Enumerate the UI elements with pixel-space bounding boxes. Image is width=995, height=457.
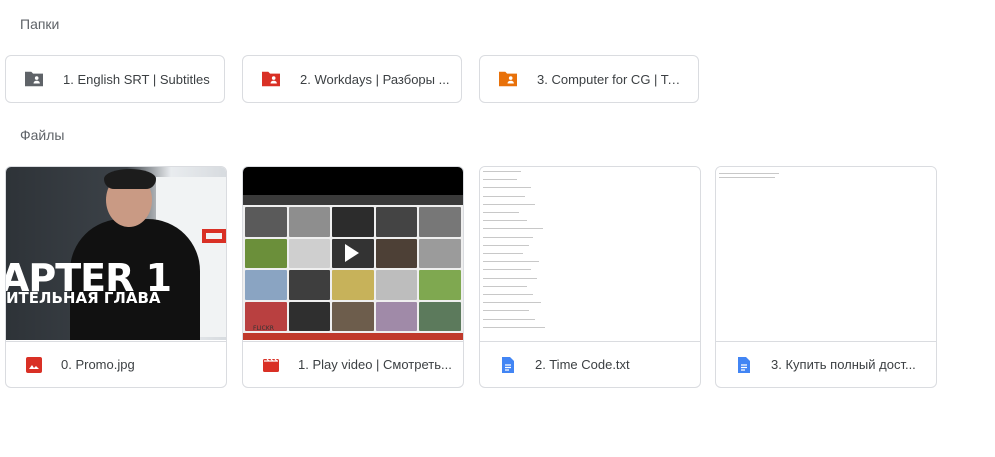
file-thumbnail (716, 167, 936, 340)
document-file-icon (502, 356, 514, 373)
folders-section-label: Папки (20, 16, 60, 32)
folder-computer-for-cg[interactable]: 3. Computer for CG | Tes... (479, 55, 699, 103)
file-thumbnail: FLICKR (243, 167, 463, 340)
file-card-play-video[interactable]: FLICKR 1. Play video | Смотреть... (242, 166, 464, 388)
shared-folder-icon (262, 71, 280, 87)
shared-folder-icon (499, 71, 517, 87)
play-icon (345, 244, 359, 262)
video-file-icon (263, 358, 279, 372)
shared-folder-icon (25, 71, 43, 87)
file-card-promo[interactable]: APTER 1 ИТЕЛЬНАЯ ГЛАВА 0. Promo.jpg (5, 166, 227, 388)
file-card-buy-full-access[interactable]: 3. Купить полный дост... (715, 166, 937, 388)
file-name: 3. Купить полный дост... (771, 357, 916, 372)
file-thumbnail: APTER 1 ИТЕЛЬНАЯ ГЛАВА (6, 167, 226, 340)
file-name: 1. Play video | Смотреть... (298, 357, 452, 372)
files-section-label: Файлы (20, 127, 65, 143)
file-thumbnail (480, 167, 700, 340)
folder-name: 2. Workdays | Разборы ... (300, 71, 450, 87)
file-name: 0. Promo.jpg (61, 357, 135, 372)
folder-name: 1. English SRT | Subtitles (63, 71, 210, 87)
folder-english-srt[interactable]: 1. English SRT | Subtitles (5, 55, 225, 103)
thumbnail-subtitle: ИТЕЛЬНАЯ ГЛАВА (6, 289, 161, 307)
folder-name: 3. Computer for CG | Tes... (537, 71, 687, 87)
file-name: 2. Time Code.txt (535, 357, 630, 372)
file-card-time-code[interactable]: 2. Time Code.txt (479, 166, 701, 388)
thumbnail-brand: FLICKR (253, 325, 274, 332)
image-file-icon (26, 356, 42, 373)
document-file-icon (738, 356, 750, 373)
folder-workdays[interactable]: 2. Workdays | Разборы ... (242, 55, 462, 103)
